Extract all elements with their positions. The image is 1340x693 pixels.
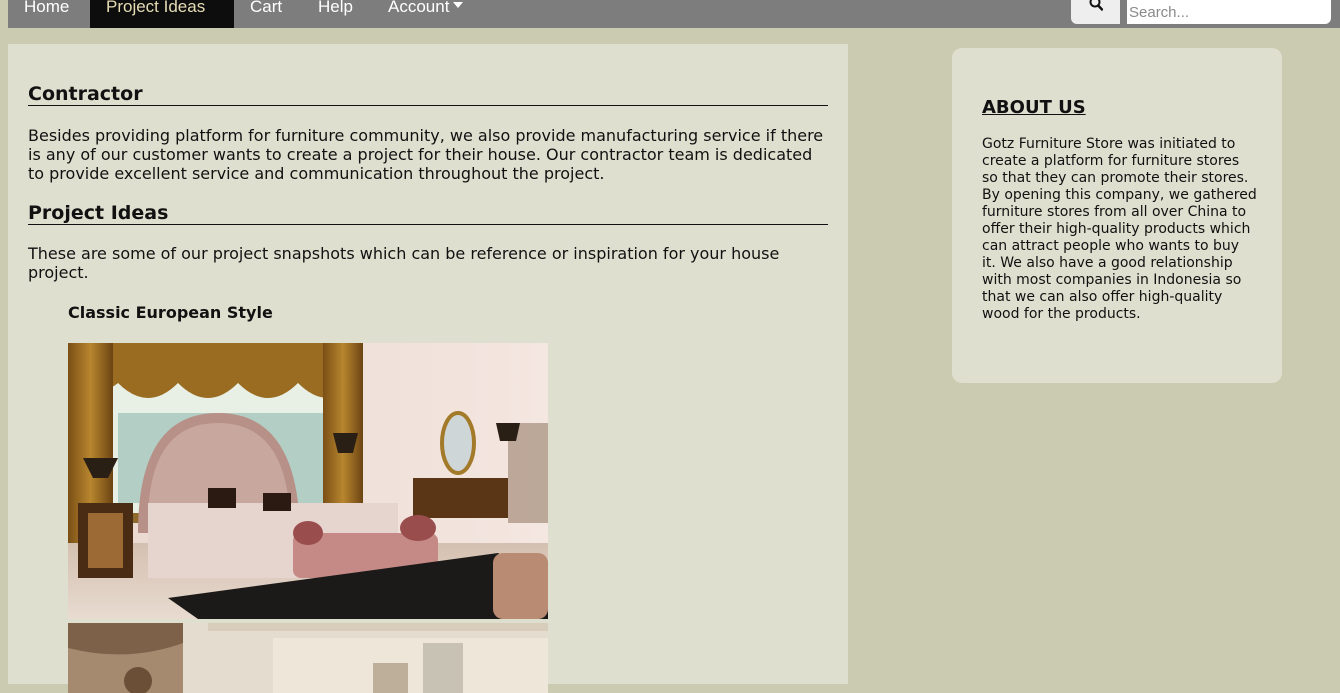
nav-account-dropdown[interactable]: Account: [372, 0, 479, 28]
main-content: Contractor Besides providing platform fo…: [8, 44, 848, 693]
nav-cart[interactable]: Cart: [234, 0, 298, 28]
about-us-panel: ABOUT US Gotz Furniture Store was initia…: [952, 48, 1282, 383]
nav-project-ideas[interactable]: Project Ideas: [90, 0, 234, 28]
nav-home[interactable]: Home: [8, 0, 85, 28]
top-navbar: Home Project Ideas Cart Help Account: [8, 0, 1340, 28]
about-us-text: Gotz Furniture Store was initiated to cr…: [982, 136, 1257, 322]
search-icon: [1089, 0, 1103, 11]
classic-european-style-title: Classic European Style: [68, 303, 273, 322]
nav-help[interactable]: Help: [302, 0, 369, 28]
search-button[interactable]: [1071, 0, 1120, 24]
project-photo-living-room: [68, 623, 548, 693]
caret-down-icon: [453, 2, 464, 8]
nav-account-label: Account: [388, 0, 450, 16]
contractor-text: Besides providing platform for furniture…: [28, 126, 824, 183]
search-input[interactable]: [1127, 0, 1331, 24]
project-photo-bedroom: [68, 343, 548, 619]
contractor-heading: Contractor: [28, 83, 828, 106]
project-ideas-text: These are some of our project snapshots …: [28, 244, 780, 282]
project-ideas-heading: Project Ideas: [28, 202, 828, 225]
about-us-heading: ABOUT US: [982, 97, 1086, 118]
